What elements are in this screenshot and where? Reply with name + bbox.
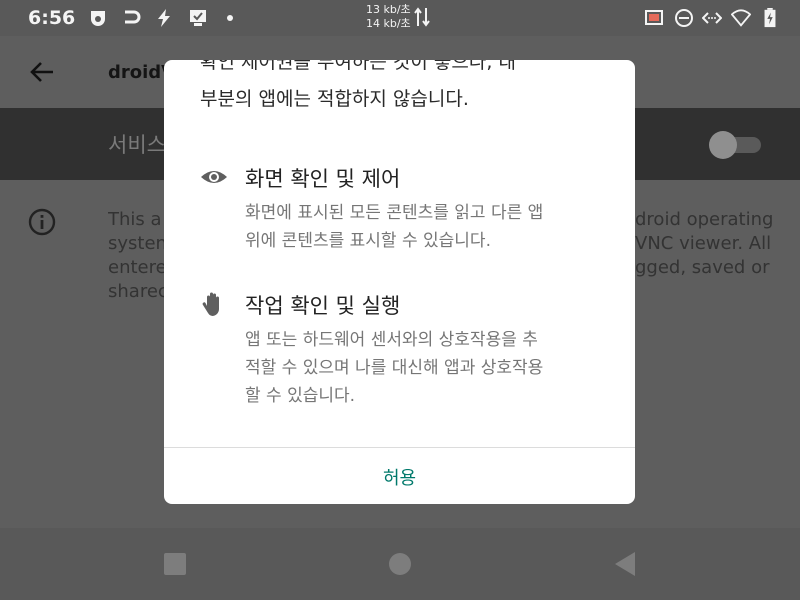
recent-apps-icon[interactable] (161, 550, 189, 578)
permission-title: 작업 확인 및 실행 (245, 294, 401, 318)
back-arrow-icon[interactable] (28, 58, 56, 86)
permission-description: 앱 또는 하드웨어 센서와의 상호작용을 추 적할 수 있으며 나를 대신해 앱… (245, 330, 544, 406)
link-icon (125, 10, 141, 24)
navigation-bar (0, 528, 800, 600)
description-left-fragment: This a systen entere sharec (108, 209, 168, 302)
home-icon[interactable] (386, 550, 414, 578)
data-transfer-icon (414, 7, 430, 27)
toggle-thumb (709, 131, 737, 159)
do-not-disturb-icon (675, 9, 693, 27)
permission-title: 화면 확인 및 제어 (245, 167, 401, 191)
more-notifications-dot (227, 15, 233, 21)
status-bar: 6:56 13 kb/초 14 kb/초 (0, 0, 800, 36)
battery-charging-icon (764, 8, 776, 28)
download-speed: 14 kb/초 (366, 17, 411, 30)
hand-icon (202, 292, 219, 316)
dialog-clipped-text: 확인 제어권을 부여하는 것이 좋으나, 대 (200, 60, 516, 73)
service-toggle[interactable] (709, 130, 761, 159)
dialog-lead-text: 부분의 앱에는 적합하지 않습니다. (200, 88, 469, 110)
info-icon (28, 208, 56, 236)
vpn-link-icon (702, 12, 722, 24)
bolt-icon (158, 9, 170, 27)
allow-button[interactable]: 허용 (164, 448, 635, 504)
screen-check-icon (190, 10, 206, 26)
network-speed: 13 kb/초 14 kb/초 (366, 3, 411, 31)
permission-dialog: 확인 제어권을 부여하는 것이 좋으나, 대 부분의 앱에는 적합하지 않습니다… (164, 60, 635, 504)
service-label: 서비스 (108, 133, 166, 157)
upload-speed: 13 kb/초 (366, 3, 411, 16)
wifi-icon (731, 9, 751, 27)
description-right-fragment: droid operating VNC viewer. All gged, sa… (635, 209, 774, 278)
status-time: 6:56 (28, 7, 76, 29)
eye-icon (201, 171, 227, 183)
cast-icon (645, 10, 663, 25)
permission-description: 화면에 표시된 모든 콘텐츠를 읽고 다른 앱 위에 콘텐츠를 표시할 수 있습… (245, 203, 544, 251)
back-nav-icon[interactable] (611, 550, 639, 578)
app-notification-icon (91, 11, 105, 26)
